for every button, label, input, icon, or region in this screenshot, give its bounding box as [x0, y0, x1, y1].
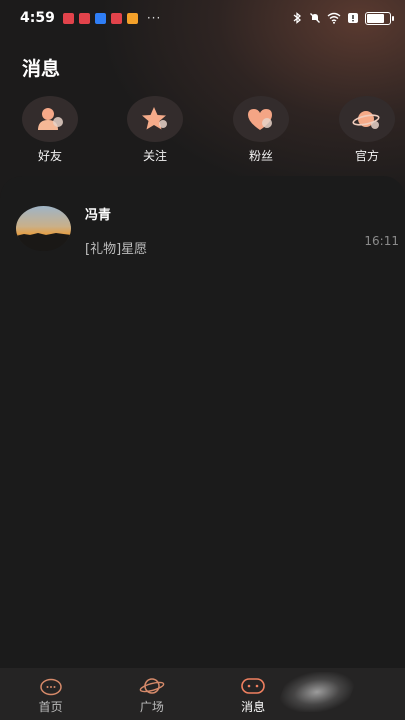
- category-label: 好友: [37, 149, 62, 163]
- category-friends[interactable]: 好友: [20, 96, 80, 164]
- message-time: 16:11: [364, 234, 399, 248]
- more-notifications-icon: ···: [146, 11, 162, 25]
- category-label: 粉丝: [248, 149, 273, 163]
- category-fans[interactable]: 粉丝: [231, 96, 291, 164]
- bluetooth-icon: [293, 12, 302, 24]
- app-notification-icon: [94, 12, 106, 24]
- category-official[interactable]: 官方: [337, 96, 397, 164]
- avatar-image: [16, 206, 71, 251]
- nav-plaza[interactable]: 广场: [101, 668, 202, 720]
- notification-icons: ···: [62, 11, 162, 25]
- app-notification-icon: [62, 12, 74, 24]
- message-list-panel: 冯青 [礼物]星愿 16:11: [0, 176, 405, 668]
- alert-icon: [348, 13, 358, 23]
- planet-icon: [139, 678, 165, 694]
- nav-label: 消息: [241, 700, 266, 714]
- home-face-icon: [39, 678, 62, 696]
- nav-home[interactable]: 首页: [0, 668, 101, 720]
- category-shortcuts: 好友 关注 粉丝 官方: [0, 96, 405, 166]
- app-notification-icon: [78, 12, 90, 24]
- planet-icon: [352, 111, 380, 129]
- category-label: 官方: [354, 149, 379, 163]
- app-notification-icon: [110, 12, 122, 24]
- status-bar: 4:59 ···: [0, 0, 405, 36]
- status-time: 4:59: [20, 10, 55, 26]
- friend-icon: [38, 108, 63, 130]
- nav-label: 广场: [139, 700, 164, 714]
- page-title: 消息: [22, 58, 61, 80]
- heart-icon: [248, 109, 272, 130]
- category-following[interactable]: 关注: [125, 96, 185, 164]
- message-preview: [礼物]星愿: [85, 242, 148, 257]
- conversation-item[interactable]: 冯青 [礼物]星愿 16:11: [0, 198, 405, 264]
- contact-name: 冯青: [85, 208, 112, 223]
- battery-icon: [365, 11, 394, 25]
- category-label: 关注: [142, 149, 167, 163]
- message-icon: [241, 678, 265, 694]
- app-notification-icon: [126, 12, 138, 24]
- star-icon: [142, 107, 167, 130]
- mute-icon: [310, 13, 320, 23]
- nav-label: 首页: [38, 700, 63, 714]
- avatar: [16, 206, 71, 251]
- nav-touch-glow: [274, 672, 360, 712]
- wifi-icon: [327, 12, 341, 24]
